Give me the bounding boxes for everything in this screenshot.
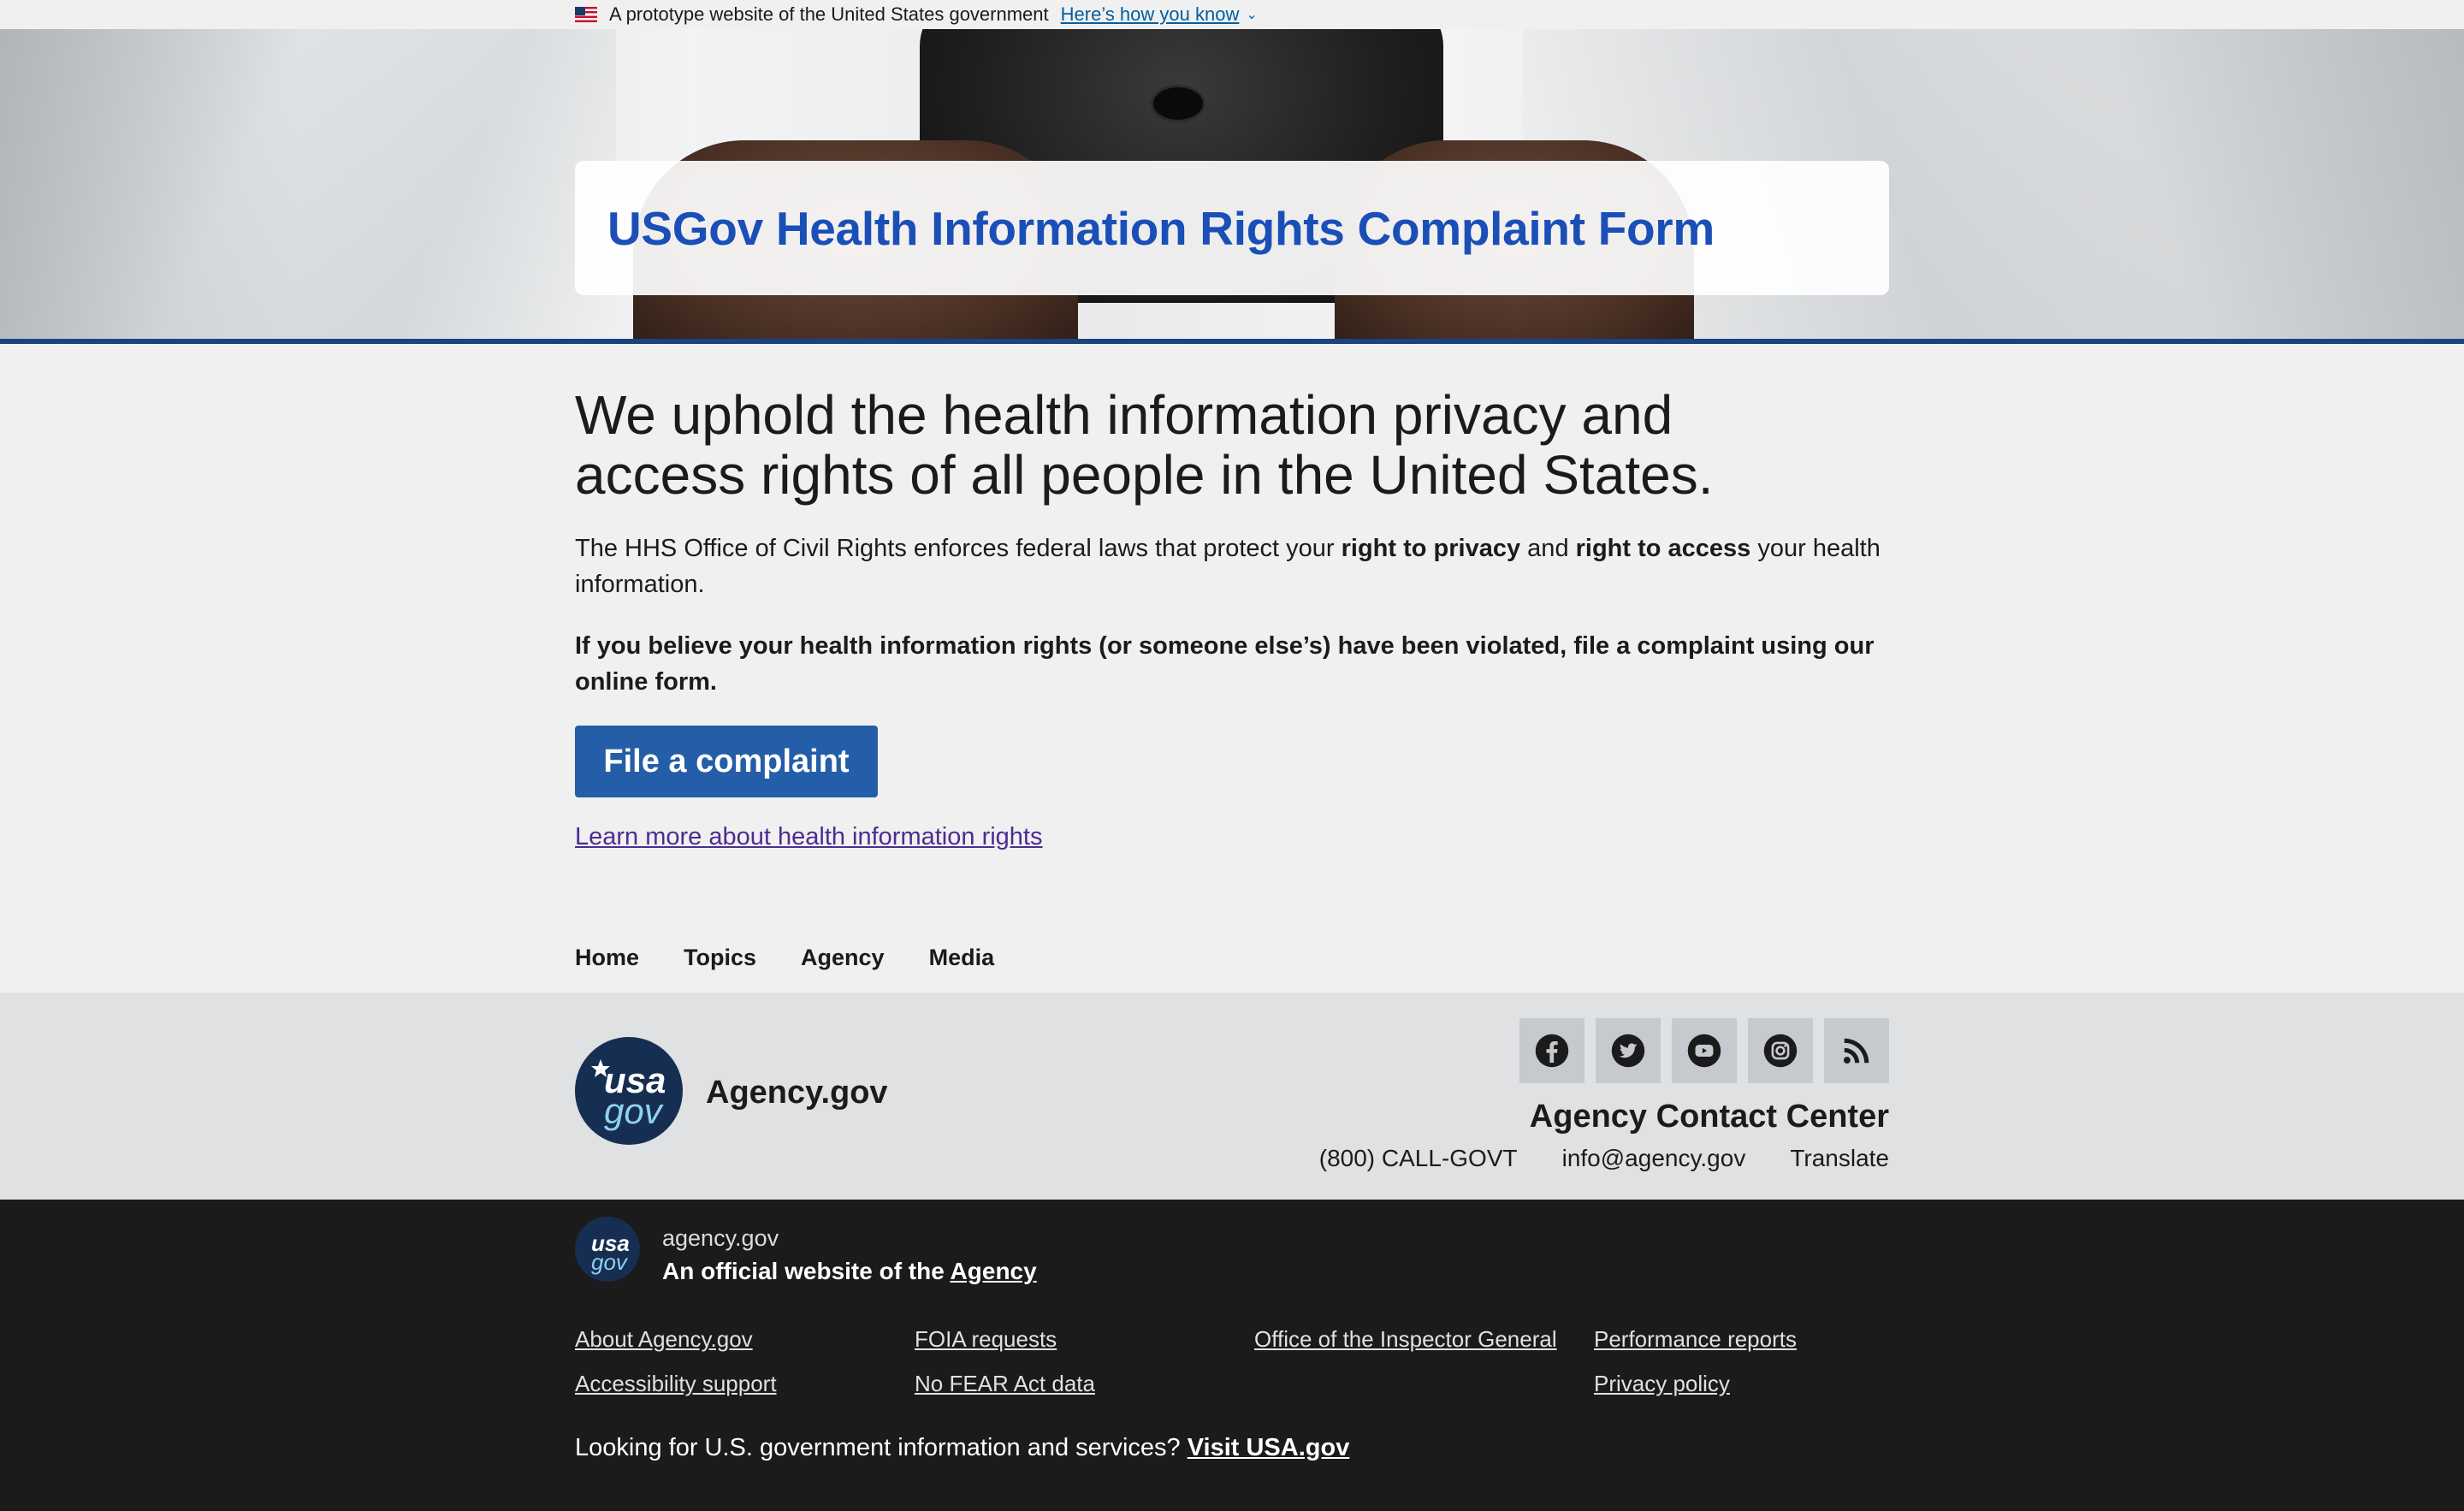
identifier-footer: usa gov agency.gov An official website o…	[0, 1200, 2464, 1511]
contact-email[interactable]: info@agency.gov	[1562, 1145, 1746, 1172]
rss-icon[interactable]	[1824, 1018, 1889, 1083]
banner-text: A prototype website of the United States…	[609, 3, 1049, 25]
us-flag-icon	[575, 7, 597, 22]
footer-secondary: usa gov Agency.gov Agency Contact Center…	[0, 993, 2464, 1200]
facebook-icon[interactable]	[1519, 1018, 1584, 1083]
usagov-logo-small[interactable]: usa gov	[575, 1217, 640, 1282]
page-title: USGov Health Information Rights Complain…	[607, 201, 1715, 255]
agency-link[interactable]: Agency	[951, 1258, 1037, 1284]
official-website-text: An official website of the Agency	[662, 1258, 1037, 1285]
inspector-general-link[interactable]: Office of the Inspector General	[1254, 1323, 1594, 1400]
learn-more-link[interactable]: Learn more about health information righ…	[575, 823, 1042, 851]
lead-heading: We uphold the health information privacy…	[575, 384, 1714, 506]
file-complaint-button[interactable]: File a complaint	[575, 726, 878, 797]
contact-phone[interactable]: (800) CALL-GOVT	[1319, 1145, 1518, 1172]
right-to-access-text: right to access	[1575, 535, 1751, 562]
visit-usagov-link[interactable]: Visit USA.gov	[1188, 1434, 1350, 1461]
call-to-action-text: If you believe your health information r…	[575, 632, 1875, 696]
instagram-icon[interactable]	[1748, 1018, 1813, 1083]
contact-info: (800) CALL-GOVT info@agency.gov Translat…	[1319, 1145, 1889, 1172]
about-agency-link[interactable]: About Agency.gov	[575, 1323, 915, 1355]
official-prefix: An official website of the	[662, 1258, 951, 1284]
agency-name: Agency.gov	[706, 1075, 888, 1111]
twitter-icon[interactable]	[1596, 1018, 1661, 1083]
no-fear-act-link[interactable]: No FEAR Act data	[915, 1367, 1254, 1400]
chevron-down-icon[interactable]: ⌄	[1246, 6, 1257, 23]
logo-gov-text: gov	[604, 1091, 662, 1131]
nav-item-topics[interactable]: Topics	[684, 945, 756, 971]
nav-item-home[interactable]: Home	[575, 945, 639, 971]
translate-link[interactable]: Translate	[1790, 1145, 1889, 1172]
contact-center-heading: Agency Contact Center	[1529, 1099, 1889, 1135]
usagov-text: Looking for U.S. government information …	[575, 1434, 1349, 1462]
accessibility-support-link[interactable]: Accessibility support	[575, 1367, 915, 1400]
intro-text: and	[1520, 535, 1576, 562]
hero-title-card: USGov Health Information Rights Complain…	[575, 161, 1889, 295]
privacy-policy-link[interactable]: Privacy policy	[1594, 1367, 1889, 1400]
youtube-icon[interactable]	[1672, 1018, 1737, 1083]
footer-nav: Home Topics Agency Media	[0, 922, 2464, 993]
usagov-prefix: Looking for U.S. government information …	[575, 1434, 1188, 1461]
nav-item-media[interactable]: Media	[929, 945, 995, 971]
intro-paragraph: The HHS Office of Civil Rights enforces …	[575, 530, 1892, 602]
foia-link[interactable]: FOIA requests	[915, 1323, 1254, 1355]
heres-how-you-know-link[interactable]: Here’s how you know	[1061, 3, 1240, 26]
logo-gov-text: gov	[591, 1249, 627, 1275]
identifier-links: About Agency.gov FOIA requests Office of…	[575, 1323, 1889, 1400]
usagov-logo[interactable]: usa gov	[575, 1037, 683, 1145]
gov-banner: A prototype website of the United States…	[0, 0, 2464, 29]
performance-reports-link[interactable]: Performance reports	[1594, 1323, 1889, 1355]
nav-item-agency[interactable]: Agency	[801, 945, 885, 971]
main-content: We uphold the health information privacy…	[0, 344, 2464, 924]
social-links	[1519, 1018, 1889, 1083]
identifier-domain: agency.gov	[662, 1225, 779, 1251]
right-to-privacy-text: right to privacy	[1341, 535, 1521, 562]
intro-text: The HHS Office of Civil Rights enforces …	[575, 535, 1342, 562]
